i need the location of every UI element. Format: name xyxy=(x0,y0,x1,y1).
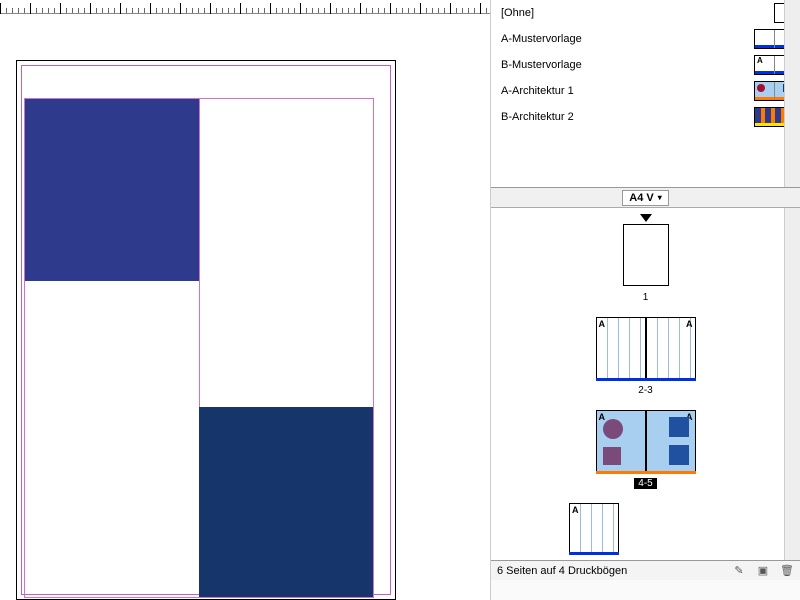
spread-4-5[interactable]: A A xyxy=(596,410,696,472)
masters-scroll-gutter xyxy=(784,0,800,187)
page-thumb-4[interactable]: A xyxy=(596,410,646,472)
page-size-dropdown[interactable]: A4 V ▾ xyxy=(622,190,668,206)
ruler-horizontal xyxy=(0,0,490,14)
master-label: B-Mustervorlage xyxy=(501,59,582,71)
document-canvas[interactable] xyxy=(0,14,490,600)
pages-footer: 6 Seiten auf 4 Druckbögen ✎ ▣ 🗑 xyxy=(491,560,800,580)
spread-2-3[interactable]: A A xyxy=(596,317,696,379)
master-label: B-Architektur 2 xyxy=(501,111,574,123)
master-label: [Ohne] xyxy=(501,7,534,19)
page-thumb-6[interactable]: A xyxy=(569,503,619,553)
master-badge: A xyxy=(686,319,693,329)
spread-6[interactable]: A xyxy=(569,503,619,553)
master-label: A-Mustervorlage xyxy=(501,33,582,45)
masters-panel: [Ohne] A-Mustervorlage B-Mustervorlage A… xyxy=(491,0,800,188)
page-thumb-2[interactable]: A xyxy=(596,317,646,379)
circle-icon xyxy=(757,84,765,92)
pages-list[interactable]: 1 A A 2-3 A xyxy=(491,208,800,560)
page-thumb-5[interactable]: A xyxy=(646,410,696,472)
pages-scrollbar[interactable] xyxy=(784,208,800,560)
square-icon xyxy=(669,417,689,437)
master-b-mustervorlage[interactable]: B-Mustervorlage A A xyxy=(491,52,800,78)
master-badge: A xyxy=(572,505,579,515)
page-margins xyxy=(24,98,374,598)
pages-panel: A4 V ▾ 1 A A 2-3 xyxy=(491,188,800,580)
master-none[interactable]: [Ohne] xyxy=(491,0,800,26)
page-thumb-1[interactable] xyxy=(623,224,669,286)
master-a-architektur-1[interactable]: A-Architektur 1 xyxy=(491,78,800,104)
page-thumb-3[interactable]: A xyxy=(646,317,696,379)
master-badge: A xyxy=(599,319,606,329)
pages-toolbar: A4 V ▾ xyxy=(491,188,800,208)
panels-sidebar: [Ohne] A-Mustervorlage B-Mustervorlage A… xyxy=(490,0,800,600)
pages-status-text: 6 Seiten auf 4 Druckbögen xyxy=(497,565,627,577)
edit-page-icon[interactable]: ✎ xyxy=(732,564,746,578)
page-size-label: A4 V xyxy=(629,192,653,204)
master-badge: A xyxy=(599,412,606,422)
circle-icon xyxy=(603,419,623,439)
square-icon xyxy=(669,445,689,465)
delete-page-icon[interactable]: 🗑 xyxy=(780,564,794,578)
new-page-icon[interactable]: ▣ xyxy=(756,564,770,578)
page-label-1: 1 xyxy=(643,292,649,303)
placed-rect-top-left[interactable] xyxy=(25,99,199,281)
spread-label-23: 2-3 xyxy=(638,385,652,396)
master-a-mustervorlage[interactable]: A-Mustervorlage xyxy=(491,26,800,52)
master-b-architektur-2[interactable]: B-Architektur 2 xyxy=(491,104,800,130)
chevron-down-icon: ▾ xyxy=(658,193,662,202)
spread-label-45: 4-5 xyxy=(634,478,656,489)
start-indicator-icon xyxy=(640,214,652,222)
master-label: A-Architektur 1 xyxy=(501,85,574,97)
placed-rect-bottom-right[interactable] xyxy=(199,407,373,597)
letter-a-left: A xyxy=(757,56,763,65)
square-icon xyxy=(603,447,621,465)
